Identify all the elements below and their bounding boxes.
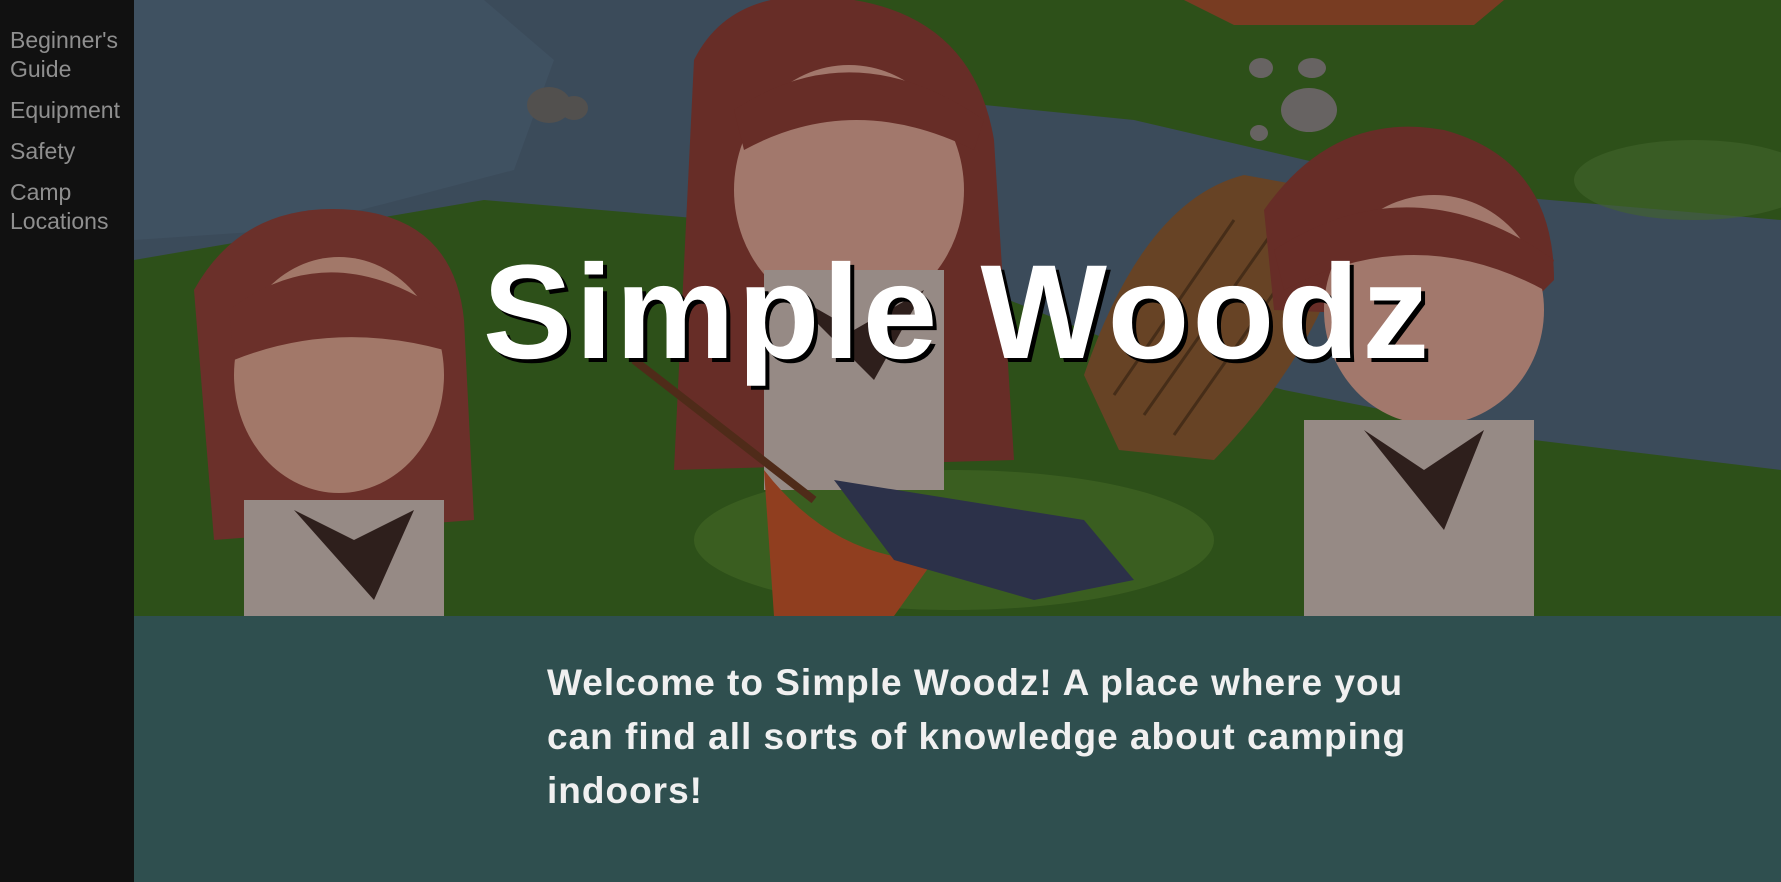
- page-title: Simple Woodz: [482, 238, 1433, 387]
- nav-link-beginners-guide[interactable]: Beginner's Guide: [0, 26, 134, 96]
- welcome-text: Welcome to Simple Woodz! A place where y…: [547, 662, 1407, 811]
- hero-banner: Simple Woodz: [134, 0, 1781, 616]
- sidebar-nav: Beginner's Guide Equipment Safety Camp L…: [0, 0, 134, 882]
- welcome-section: Welcome to Simple Woodz! A place where y…: [134, 616, 1781, 882]
- nav-link-equipment[interactable]: Equipment: [0, 96, 134, 137]
- nav-link-safety[interactable]: Safety: [0, 137, 134, 178]
- nav-link-camp-locations[interactable]: Camp Locations: [0, 178, 134, 248]
